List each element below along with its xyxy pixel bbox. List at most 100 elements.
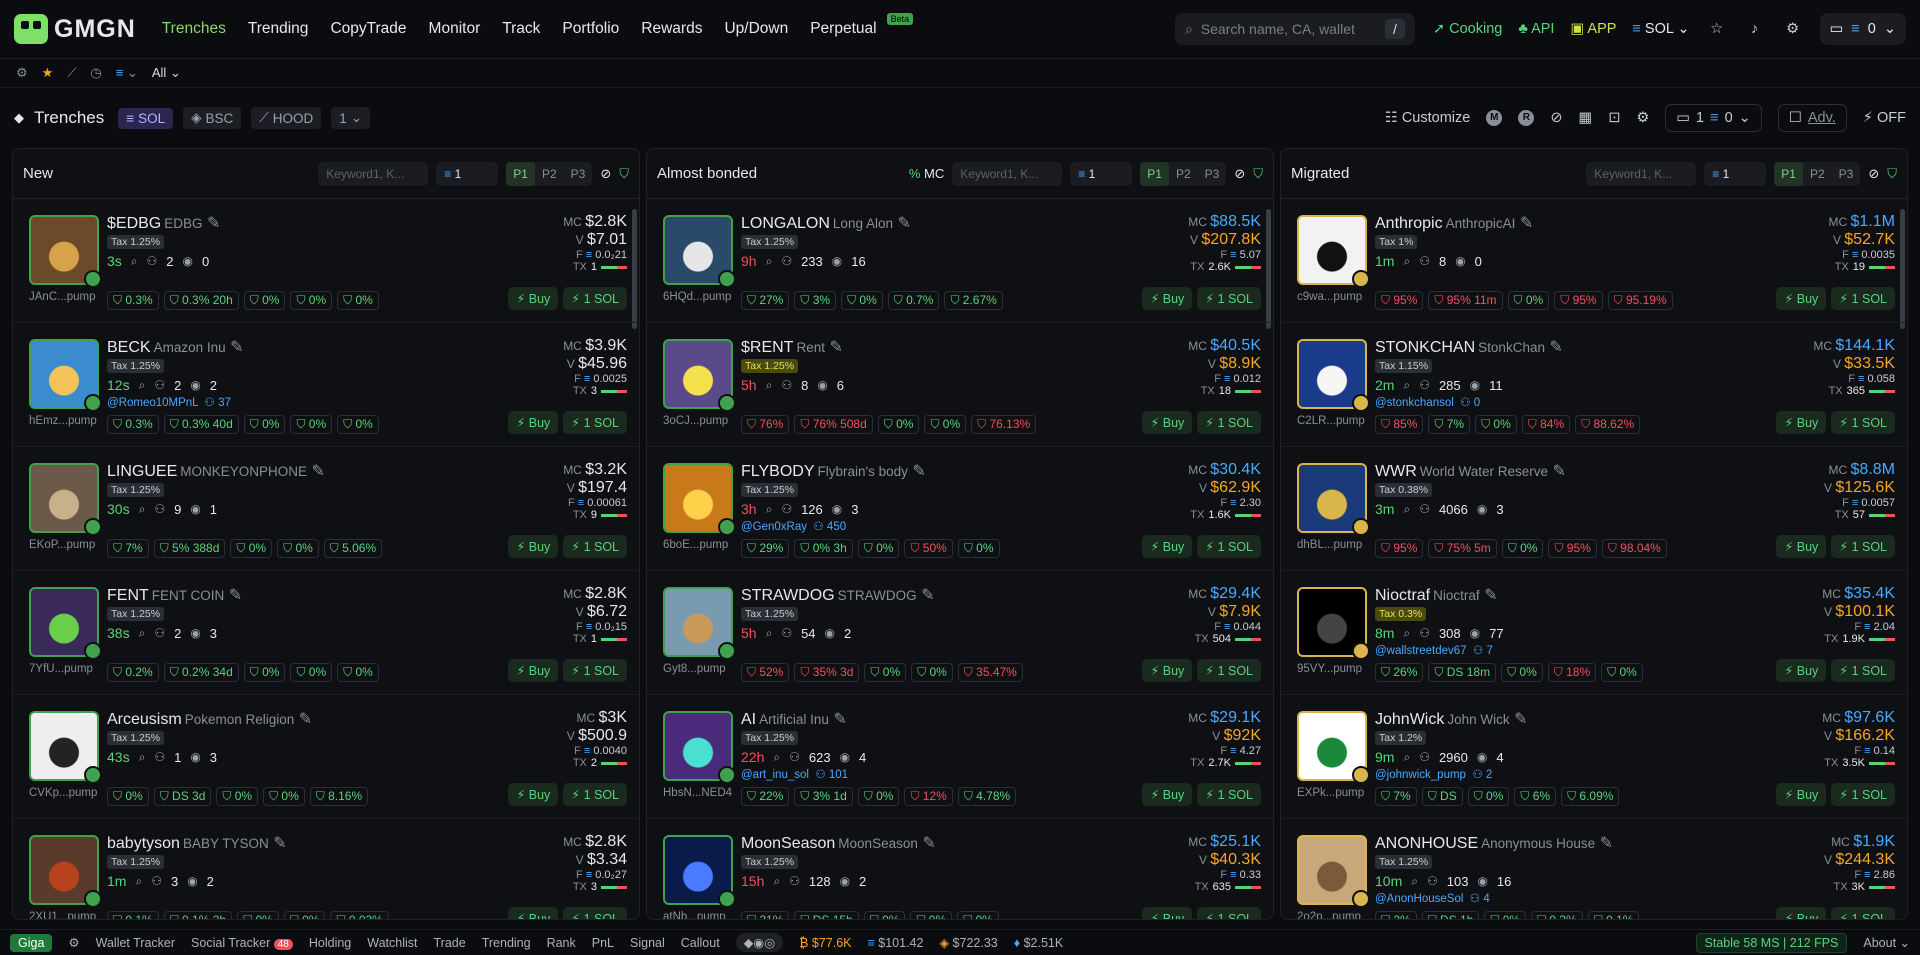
quick-buy-button[interactable]: ⚡ 1 SOL xyxy=(1197,411,1261,434)
token-symbol[interactable]: WWR xyxy=(1375,463,1417,480)
edit-icon[interactable]: ✎ xyxy=(833,711,846,728)
quick-buy-button[interactable]: ⚡ 1 SOL xyxy=(1831,411,1895,434)
quick-buy-button[interactable]: ⚡ 1 SOL xyxy=(563,411,627,434)
stat-dev[interactable]: ⛉ 5% 388d xyxy=(153,539,226,558)
stat-sniper[interactable]: ⛉ 0% xyxy=(877,415,920,434)
stat-dev[interactable]: ⛉ DS 1h xyxy=(1421,911,1480,919)
stat-bundle[interactable]: ⛉ 76.13% xyxy=(971,415,1037,434)
stat-sniper[interactable]: ⛉ 0% xyxy=(864,663,907,682)
token-card[interactable]: 3oCJ...pump $RENT Rent ✎ Tax 1.25% 5h ⌕ ⚇ 8 ◉ 6 ⛉ … xyxy=(647,323,1273,447)
stat-top10[interactable]: ⛉ 0.3% xyxy=(107,291,159,310)
customize-button[interactable]: ☷ Customize xyxy=(1385,110,1471,126)
footer-rank[interactable]: Rank xyxy=(547,936,576,950)
buy-button[interactable]: ⚡ Buy xyxy=(1776,907,1827,919)
token-symbol[interactable]: STONKCHAN xyxy=(1375,339,1475,356)
search-icon[interactable]: ⌕ xyxy=(1403,502,1410,517)
star-icon[interactable]: ☆ xyxy=(1706,18,1728,40)
stat-insider[interactable]: ⛉ 0.7% xyxy=(887,291,940,310)
nav-perpetual[interactable]: Perpetual Beta xyxy=(810,13,914,38)
edit-icon[interactable]: ✎ xyxy=(922,835,935,852)
search-icon[interactable]: ⌕ xyxy=(1403,626,1410,641)
search-icon[interactable]: ⌕ xyxy=(135,874,142,889)
stat-bundle[interactable]: ⛉ 98.04% xyxy=(1601,539,1667,558)
stat-dev[interactable]: ⛉ 3% 1d xyxy=(794,787,853,806)
search-box[interactable]: ⌕ Search name, CA, wallet / xyxy=(1174,13,1415,45)
contract-address[interactable]: CVKp...pump xyxy=(29,787,109,799)
stat-top10[interactable]: ⛉ 0% xyxy=(107,787,149,806)
stat-dev[interactable]: ⛉ 75% 5m xyxy=(1428,539,1497,558)
quick-buy-button[interactable]: ⚡ 1 SOL xyxy=(563,287,627,310)
footer-trending[interactable]: Trending xyxy=(482,936,531,950)
stat-bundle[interactable]: ⛉ 6.09% xyxy=(1561,787,1620,806)
quick-buy-button[interactable]: ⚡ 1 SOL xyxy=(1831,659,1895,682)
stat-insider[interactable]: ⛉ 95% xyxy=(1554,291,1603,310)
history-icon[interactable]: ◷ xyxy=(90,65,101,81)
stat-dev[interactable]: ⛉ DS 15h xyxy=(794,911,859,919)
stat-top10[interactable]: ⛉ 52% xyxy=(741,663,790,682)
footer-signal[interactable]: Signal xyxy=(630,936,665,950)
stat-insider[interactable]: ⛉ 84% xyxy=(1521,415,1571,434)
stat-insider[interactable]: ⛉ 95% xyxy=(1548,539,1597,558)
mc-sort[interactable]: % MC xyxy=(909,166,944,181)
contract-address[interactable]: JAnC...pump xyxy=(29,291,109,303)
stat-sniper[interactable]: ⛉ 0% xyxy=(243,663,286,682)
api-link[interactable]: ♣ API xyxy=(1518,21,1554,37)
token-symbol[interactable]: FLYBODY xyxy=(741,463,815,480)
stat-insider[interactable]: ⛉ 0% xyxy=(924,415,967,434)
stat-dev[interactable]: ⛉ 0.2% 34d xyxy=(163,663,239,682)
stat-insider[interactable]: ⛉ 18% xyxy=(1547,663,1597,682)
edit-icon[interactable]: ✎ xyxy=(1520,215,1533,232)
search-icon[interactable]: ⌕ xyxy=(139,502,146,517)
mute-icon[interactable]: ⊘ xyxy=(1234,166,1245,182)
buy-button[interactable]: ⚡ Buy xyxy=(508,287,559,310)
stat-top10[interactable]: ⛉ 76% xyxy=(741,415,790,434)
quick-buy-button[interactable]: ⚡ 1 SOL xyxy=(1197,659,1261,682)
token-symbol[interactable]: MoonSeason xyxy=(741,835,835,852)
stat-sniper[interactable]: ⛉ 0% xyxy=(237,911,279,919)
stat-dev[interactable]: ⛉ 76% 508d xyxy=(794,415,873,434)
stat-top10[interactable]: ⛉ 26% xyxy=(1375,663,1424,682)
quick-buy-button[interactable]: ⚡ 1 SOL xyxy=(563,659,627,682)
bell-icon[interactable]: ♪ xyxy=(1744,18,1766,40)
stat-sniper[interactable]: ⛉ 0% xyxy=(243,291,286,310)
stat-sniper[interactable]: ⛉ 0% xyxy=(230,539,273,558)
search-icon[interactable]: ⌕ xyxy=(766,626,773,641)
stat-top10[interactable]: ⛉ 0.2% xyxy=(107,663,159,682)
quick-buy-button[interactable]: ⚡ 1 SOL xyxy=(563,907,627,919)
search-icon[interactable]: ⌕ xyxy=(773,874,780,889)
eye-off-icon[interactable]: ⊘ xyxy=(1550,110,1562,126)
token-card[interactable]: hEmz...pump BECK Amazon Inu ✎ Tax 1.25% 12s ⌕… xyxy=(13,323,639,447)
mute-icon[interactable]: ⊘ xyxy=(600,166,611,182)
contract-address[interactable]: C2LR...pump xyxy=(1297,415,1377,427)
buy-button[interactable]: ⚡ Buy xyxy=(508,907,559,919)
stat-sniper[interactable]: ⛉ 0% xyxy=(1467,787,1510,806)
quick-links[interactable]: ◆◉◎ xyxy=(735,933,784,952)
stat-bundle[interactable]: ⛉ 0% xyxy=(957,911,999,919)
token-symbol[interactable]: STRAWDOG xyxy=(741,587,835,604)
stat-bundle[interactable]: ⛉ 0% xyxy=(1601,663,1643,682)
stat-top10[interactable]: ⛉ 0.3% xyxy=(107,415,159,434)
stat-insider[interactable]: ⛉ 0% xyxy=(283,911,326,919)
buy-button[interactable]: ⚡ Buy xyxy=(1776,535,1827,558)
stat-sniper[interactable]: ⛉ 0% xyxy=(1475,415,1517,434)
quick-buy-button[interactable]: ⚡ 1 SOL xyxy=(1197,535,1261,558)
quick-buy-button[interactable]: ⚡ 1 SOL xyxy=(563,535,627,558)
stat-insider[interactable]: ⛉ 0% xyxy=(277,539,319,558)
preset-p2[interactable]: P2 xyxy=(1803,162,1832,186)
stat-top10[interactable]: ⛉ 0.1% xyxy=(107,911,159,919)
quick-buy-button[interactable]: ⚡ 1 SOL xyxy=(1831,287,1895,310)
stat-insider[interactable]: ⛉ 50% xyxy=(904,539,953,558)
mute-icon[interactable]: ⊘ xyxy=(1868,166,1879,182)
token-symbol[interactable]: LINGUEE xyxy=(107,463,177,480)
footer-watchlist[interactable]: Watchlist xyxy=(367,936,417,950)
twitter-link[interactable]: @stonkchansol ⚇ 0 xyxy=(1375,395,1777,409)
stat-dev[interactable]: ⛉ DS 18m xyxy=(1428,663,1497,682)
stat-top10[interactable]: ⛉ 95% xyxy=(1375,539,1424,558)
token-card[interactable]: JAnC...pump $EDBG EDBG ✎ Tax 1.25% 3s ⌕ ⚇ 2 ◉ 0 ⛉ … xyxy=(13,199,639,323)
stat-bundle[interactable]: ⛉ 2.67% xyxy=(944,291,1003,310)
nav-portfolio[interactable]: Portfolio xyxy=(562,20,619,38)
token-card[interactable]: 2XU1...pump babytyson BABY TYSON ✎ Tax 1.25… xyxy=(13,819,639,919)
contract-address[interactable]: 2XU1...pump xyxy=(29,911,109,919)
filter-icon[interactable]: ⛉ xyxy=(1887,166,1897,182)
contract-address[interactable]: 6boE...pump xyxy=(663,539,743,551)
